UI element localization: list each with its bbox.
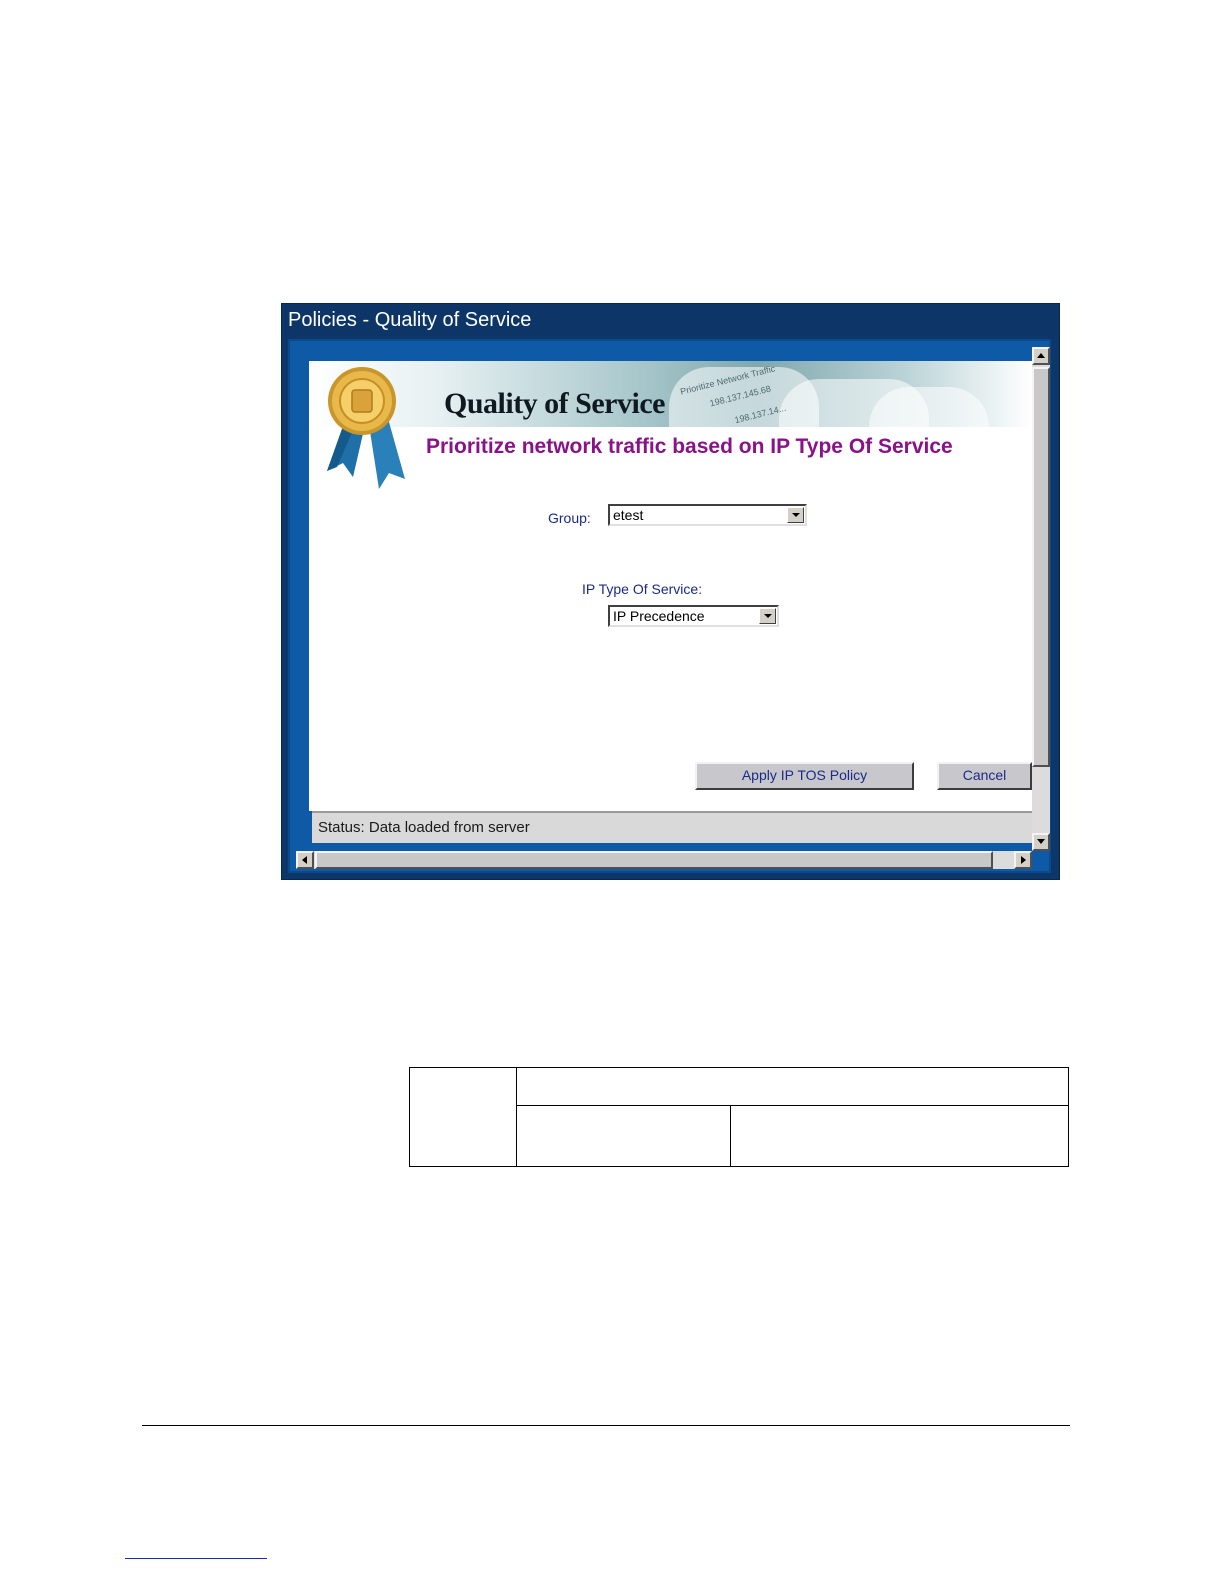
vertical-scrollbar[interactable]: [1032, 347, 1050, 851]
banner-paper-graphic: [869, 387, 989, 437]
tos-select-value: IP Precedence: [613, 608, 705, 624]
window-title: Policies - Quality of Service: [282, 304, 1059, 338]
table-cell: [516, 1105, 731, 1167]
table-cell: [516, 1067, 1069, 1106]
horizontal-scroll-thumb[interactable]: [315, 851, 993, 869]
tos-label: IP Type Of Service:: [582, 581, 703, 597]
scroll-left-icon[interactable]: [296, 851, 314, 869]
window-frame: Prioritize Network Traffic 198.137.145.6…: [288, 339, 1051, 873]
banner-heading: Quality of Service: [444, 387, 665, 420]
table-cell: [730, 1105, 1069, 1167]
award-ribbon-icon: [327, 367, 405, 489]
chevron-down-icon[interactable]: [759, 608, 776, 624]
table-cell: [409, 1067, 517, 1167]
group-select[interactable]: etest: [608, 504, 807, 526]
group-select-value: etest: [613, 507, 644, 523]
tos-select[interactable]: IP Precedence: [608, 605, 779, 627]
chevron-down-icon[interactable]: [787, 507, 804, 523]
scroll-up-icon[interactable]: [1032, 347, 1050, 365]
horizontal-scrollbar[interactable]: [296, 851, 1032, 869]
footer-link-underline: [125, 1558, 267, 1559]
page-subtitle: Prioritize network traffic based on IP T…: [426, 435, 953, 458]
footer-rule: [142, 1425, 1070, 1426]
status-bar: Status: Data loaded from server: [312, 811, 1032, 843]
document-table: [409, 1067, 1069, 1167]
apply-policy-button[interactable]: Apply IP TOS Policy: [695, 762, 914, 790]
scroll-down-icon[interactable]: [1032, 833, 1050, 851]
qos-banner: Prioritize Network Traffic 198.137.145.6…: [309, 361, 1032, 439]
scroll-right-icon[interactable]: [1014, 851, 1032, 869]
content-panel: Prioritize Network Traffic 198.137.145.6…: [309, 361, 1032, 843]
group-label: Group:: [548, 510, 591, 526]
qos-window: Policies - Quality of Service Prioritize…: [281, 303, 1060, 880]
vertical-scroll-thumb[interactable]: [1032, 367, 1050, 767]
cancel-button[interactable]: Cancel: [937, 762, 1032, 790]
